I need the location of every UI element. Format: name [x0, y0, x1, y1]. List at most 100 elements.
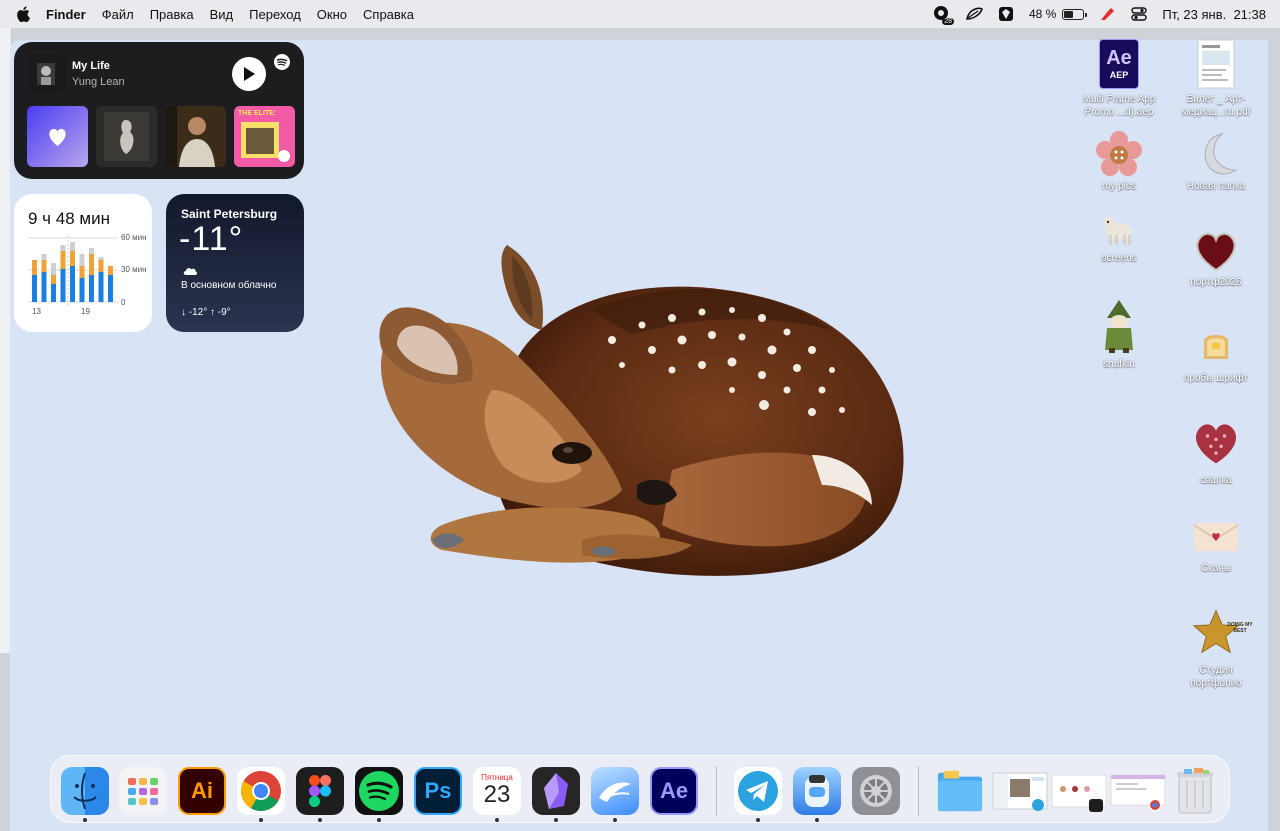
star-folder-text: DOING MY BEST — [1227, 622, 1253, 634]
running-indicator — [377, 818, 381, 822]
desktop-icon-my-pics[interactable]: my pics — [1071, 130, 1167, 193]
weather-city: Saint Petersburg — [181, 207, 278, 221]
dock-cleaner-app[interactable] — [793, 767, 841, 815]
dock-chrome[interactable] — [237, 767, 285, 815]
desktop-icon-pdf[interactable]: Билет _ Арт- медиац...ru.pdf — [1168, 36, 1264, 119]
screen-time-chart — [28, 236, 118, 306]
dock-downloads-folder[interactable] — [936, 767, 984, 815]
weather-range: ↓ -12° ↑ -9° — [181, 307, 231, 318]
album-cover[interactable] — [27, 55, 65, 93]
dock-calendar[interactable]: Пятница 23 — [473, 767, 521, 815]
spotify-icon — [359, 771, 399, 811]
playlist-thumb-elite[interactable]: THE ELITE: — [234, 106, 295, 167]
play-button[interactable] — [232, 57, 266, 91]
aep-icon-title: Ae — [1106, 47, 1132, 69]
desktop-icon-snufkin[interactable]: snufkin — [1071, 296, 1167, 371]
menu-app-name[interactable]: Finder — [46, 7, 86, 22]
menu-edit[interactable]: Правка — [150, 7, 194, 22]
menu-go[interactable]: Переход — [249, 7, 301, 22]
menu-view[interactable]: Вид — [210, 7, 234, 22]
cloud-icon — [183, 268, 198, 275]
figma-icon — [309, 775, 331, 807]
screen-time-bar — [41, 272, 47, 302]
folder-icon — [937, 770, 983, 812]
dock-illustrator[interactable]: Ai — [178, 767, 226, 815]
dock-telegram[interactable] — [734, 767, 782, 815]
liked-songs-playlist[interactable] — [27, 106, 88, 167]
screen-time-bar — [51, 275, 56, 284]
battery-status[interactable]: 48 % — [1029, 7, 1088, 21]
menu-window[interactable]: Окно — [317, 7, 347, 22]
screen-time-ytick-60: 60 мин — [121, 233, 147, 242]
dog-folder-icon — [1095, 210, 1143, 250]
menu-bar: Finder Файл Правка Вид Переход Окно Спра… — [0, 0, 1280, 28]
dock-separator — [918, 766, 919, 816]
dock-launchpad[interactable] — [119, 767, 167, 815]
running-indicator — [83, 818, 87, 822]
desktop-icon-label: Новая папка — [1186, 181, 1246, 192]
screen-time-bar — [41, 260, 47, 272]
dock-window-telegram-preview[interactable] — [992, 767, 1048, 815]
dock-browser-wave[interactable] — [591, 767, 639, 815]
dock-photoshop[interactable]: Ps — [414, 767, 462, 815]
cleaner-app-icon — [805, 775, 829, 807]
menu-file[interactable]: Файл — [102, 7, 134, 22]
menu-clock[interactable]: Пт, 23 янв. 21:38 — [1162, 7, 1266, 22]
desktop-icon-scans[interactable]: Сканы — [1168, 512, 1264, 575]
screen-time-ytick-30: 30 мин — [121, 265, 147, 274]
leaf-app-icon[interactable] — [965, 5, 983, 23]
desktop-icon-svalka[interactable]: свалка — [1168, 412, 1264, 487]
screen-time-bar — [51, 284, 56, 302]
dock-trash[interactable] — [1171, 767, 1219, 815]
status-badge-icon[interactable]: 28 — [933, 5, 954, 25]
red-app-icon[interactable] — [1098, 5, 1116, 23]
dock-system-settings[interactable] — [852, 767, 900, 815]
desktop-icon-aep[interactable]: Ae AEP Multi Frame App Promo ...d).aep — [1071, 36, 1167, 119]
running-indicator — [554, 818, 558, 822]
telegram-icon — [738, 771, 778, 811]
screen-time-bar — [32, 275, 37, 302]
heart-icon — [49, 128, 66, 146]
screen-time-bar — [60, 251, 66, 269]
desktop-icon-label: Билет _ Арт- медиац...ru.pdf — [1181, 94, 1251, 118]
screen-time-bar — [60, 269, 66, 302]
desktop-icon-label: портф2026 — [1190, 277, 1242, 288]
dock-after-effects[interactable]: Ae — [650, 767, 698, 815]
desktop-icon-new-folder[interactable]: Новая папка — [1168, 130, 1264, 193]
screen-time-bar — [70, 251, 75, 266]
screen-time-bar — [98, 257, 104, 260]
playlist-thumb-person[interactable] — [165, 106, 226, 167]
apple-menu-icon[interactable] — [16, 6, 30, 22]
dock-window-figma-preview[interactable] — [1051, 767, 1107, 815]
snufkin-folder-icon — [1095, 296, 1143, 356]
playlist-thumb-statue[interactable] — [96, 106, 157, 167]
screen-time-bar — [79, 278, 85, 302]
desktop-icon-portf2026[interactable]: портф2026 — [1168, 226, 1264, 289]
dock: Ai Ps Пятница 23 Ae — [50, 755, 1230, 823]
control-center-icon[interactable] — [1130, 5, 1148, 23]
screen-time-xtick-13: 13 — [32, 307, 41, 316]
screen-time-bar — [89, 275, 94, 302]
screen-time-widget[interactable]: 9 ч 48 мин 60 мин 30 мин 0 13 19 — [14, 194, 152, 332]
screen-time-bar — [32, 260, 37, 275]
spotify-logo-icon — [274, 54, 290, 70]
screen-time-bar — [79, 254, 85, 266]
menu-help[interactable]: Справка — [363, 7, 414, 22]
weather-widget[interactable]: Saint Petersburg -11° В основном облачно… — [166, 194, 304, 332]
vpn-shield-icon[interactable] — [997, 5, 1015, 23]
screen-time-ytick-0: 0 — [121, 298, 126, 307]
desktop-icon-studio[interactable]: DOING MY BEST Студия портфолио — [1168, 602, 1264, 690]
screen-time-bar — [51, 263, 56, 275]
launchpad-icon — [128, 778, 158, 805]
dock-finder[interactable] — [61, 767, 109, 815]
screen-time-bar — [98, 272, 104, 302]
dock-figma[interactable] — [296, 767, 344, 815]
play-icon — [244, 67, 255, 81]
dock-window-chrome-preview[interactable] — [1110, 767, 1166, 815]
dock-spotify[interactable] — [355, 767, 403, 815]
music-widget[interactable]: My Life Yung Lean THE ELITE: — [14, 42, 304, 179]
desktop-icon-screens[interactable]: screens — [1071, 210, 1167, 265]
pdf-document-icon — [1192, 36, 1240, 91]
desktop-icon-fonts[interactable]: пробы шрифт — [1168, 322, 1264, 385]
dock-obsidian[interactable] — [532, 767, 580, 815]
